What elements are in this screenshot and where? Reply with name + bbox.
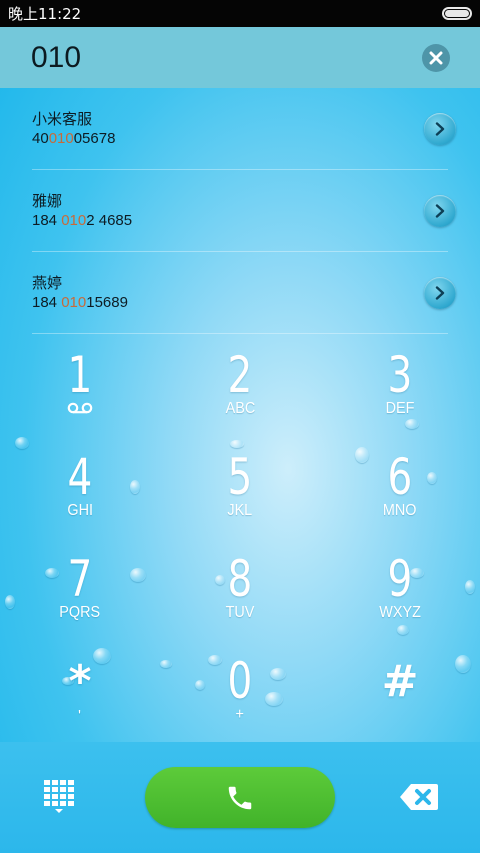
- key-1[interactable]: 1: [0, 340, 160, 442]
- key-3[interactable]: 3 DEF: [320, 340, 480, 442]
- key-star[interactable]: * ': [0, 646, 160, 748]
- clear-button[interactable]: [422, 43, 450, 72]
- key-digit: 8: [227, 550, 253, 608]
- key-letters: PQRS: [59, 604, 101, 621]
- key-letters: +: [235, 706, 245, 723]
- key-digit: 7: [67, 550, 93, 608]
- key-letters: ': [78, 708, 82, 725]
- key-letters: GHI: [67, 502, 93, 519]
- contact-detail-button[interactable]: [424, 112, 456, 145]
- contact-row[interactable]: 燕婷 184 01015689: [32, 252, 456, 334]
- status-bar: 晚上11:22: [0, 0, 480, 27]
- chevron-right-icon: [435, 121, 445, 136]
- key-hash[interactable]: #: [320, 646, 480, 748]
- contact-detail-button[interactable]: [424, 194, 456, 227]
- key-digit: 2: [227, 346, 253, 404]
- key-7[interactable]: 7 PQRS: [0, 544, 160, 646]
- call-button[interactable]: [145, 767, 335, 828]
- key-digit: 6: [387, 448, 413, 506]
- key-digit: 4: [67, 448, 93, 506]
- dialed-number[interactable]: 010: [31, 41, 81, 75]
- contact-detail-button[interactable]: [424, 276, 456, 309]
- key-letters: WXYZ: [379, 604, 421, 621]
- contact-name: 燕婷: [32, 273, 63, 292]
- key-digit: 5: [227, 448, 253, 506]
- contact-name: 小米客服: [32, 109, 93, 128]
- key-digit: 9: [387, 550, 413, 608]
- key-digit: 1: [67, 346, 93, 404]
- key-6[interactable]: 6 MNO: [320, 442, 480, 544]
- contact-suggestions: 小米客服 4001005678 雅娜 184 0102 4685 燕婷 184 …: [0, 88, 480, 334]
- contact-number: 4001005678: [32, 129, 116, 147]
- key-letters: TUV: [225, 604, 255, 621]
- contact-number: 184 0102 4685: [32, 211, 133, 229]
- battery-icon: [442, 7, 472, 20]
- key-2[interactable]: 2 ABC: [160, 340, 320, 442]
- contact-row[interactable]: 雅娜 184 0102 4685: [32, 170, 456, 252]
- key-5[interactable]: 5 JKL: [160, 442, 320, 544]
- chevron-right-icon: [435, 285, 445, 300]
- contact-name: 雅娜: [32, 191, 63, 210]
- bottom-action-bar: [0, 742, 480, 853]
- status-time: 晚上11:22: [8, 5, 82, 23]
- dialpad-icon[interactable]: [44, 780, 74, 814]
- phone-icon: [228, 786, 252, 809]
- key-digit: 3: [387, 346, 413, 404]
- chevron-right-icon: [435, 203, 445, 218]
- dial-input-bar: 010: [0, 27, 480, 88]
- key-9[interactable]: 9 WXYZ: [320, 544, 480, 646]
- backspace-icon[interactable]: [399, 782, 439, 812]
- key-letters: MNO: [383, 502, 417, 519]
- keypad: 1 2 ABC 3 DEF 4 GHI 5 JKL 6 MNO 7 PQRS 8…: [0, 340, 480, 742]
- contact-row[interactable]: 小米客服 4001005678: [32, 88, 456, 170]
- contact-number: 184 01015689: [32, 293, 128, 311]
- key-digit: #: [381, 656, 419, 707]
- key-letters: DEF: [385, 400, 415, 417]
- key-digit: 0: [227, 652, 253, 710]
- key-letters: ABC: [225, 400, 255, 417]
- key-digit: *: [68, 656, 92, 707]
- key-8[interactable]: 8 TUV: [160, 544, 320, 646]
- key-4[interactable]: 4 GHI: [0, 442, 160, 544]
- key-0[interactable]: 0 +: [160, 646, 320, 748]
- key-letters: JKL: [227, 502, 253, 519]
- clear-icon: [429, 51, 443, 64]
